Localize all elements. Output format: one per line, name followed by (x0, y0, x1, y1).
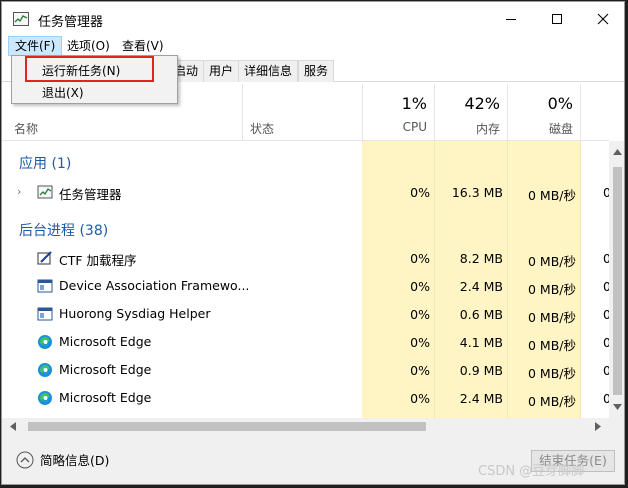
chevron-right-icon[interactable]: › (17, 185, 21, 198)
memory-value: 0.6 MB (459, 307, 503, 322)
vertical-scroll-thumb[interactable] (613, 167, 622, 395)
memory-value: 8.2 MB (459, 251, 503, 266)
table-row[interactable]: Device Association Framewo... 0% 2.4 MB … (2, 272, 609, 300)
task-manager-window: 任务管理器 文件(F) 选项(O) 查看(V) 启动 用户 详细信息 服务 名称… (1, 1, 625, 485)
edge-icon (38, 335, 52, 349)
memory-percent: 42% (464, 94, 500, 113)
process-name: Microsoft Edge (59, 334, 152, 349)
disk-value: 0 MB/秒 (528, 366, 576, 381)
memory-value: 2.4 MB (459, 279, 503, 294)
fewer-details-button[interactable]: 简略信息(D) (16, 450, 109, 469)
disk-value: 0 MB/秒 (528, 310, 576, 325)
column-header-cpu[interactable]: 1% CPU (362, 84, 435, 140)
process-name: Microsoft Edge (59, 362, 152, 377)
minimize-icon (506, 19, 516, 20)
cpu-value: 0% (410, 185, 430, 200)
menu-bar: 文件(F) 选项(O) 查看(V) (2, 36, 624, 56)
memory-value: 16.3 MB (451, 185, 503, 200)
process-name: 任务管理器 (59, 187, 122, 202)
window-app-icon (37, 279, 53, 293)
process-list: 应用 (1) › 任务管理器 0% 16.3 MB 0 MB/秒 0 后台进程 … (2, 141, 609, 418)
scroll-up-icon[interactable] (613, 149, 622, 155)
process-name: Device Association Framewo... (59, 278, 250, 293)
table-row[interactable]: › 任务管理器 0% 16.3 MB 0 MB/秒 0 (2, 178, 609, 206)
process-name: Huorong Sysdiag Helper (59, 306, 211, 321)
disk-value: 0 MB/秒 (528, 254, 576, 269)
fewer-details-label: 简略信息(D) (40, 453, 110, 468)
menu-view[interactable]: 查看(V) (116, 36, 170, 56)
cpu-value: 0% (410, 279, 430, 294)
edge-icon (38, 391, 52, 405)
disk-value: 0 MB/秒 (528, 338, 576, 353)
cpu-value: 0% (410, 335, 430, 350)
horizontal-scroll-thumb[interactable] (28, 422, 426, 431)
scroll-right-icon[interactable] (595, 422, 601, 431)
cpu-percent: 1% (401, 94, 427, 113)
process-name: Microsoft Edge (59, 390, 152, 405)
ctf-loader-icon (37, 251, 52, 265)
minimize-button[interactable] (488, 2, 534, 36)
tab-details[interactable]: 详细信息 (238, 60, 299, 82)
disk-value: 0 MB/秒 (528, 188, 576, 203)
close-button[interactable] (580, 2, 624, 36)
chevron-up-circle-icon (16, 451, 34, 468)
red-highlight-box (25, 56, 154, 82)
cpu-value: 0% (410, 363, 430, 378)
column-header-memory[interactable]: 42% 内存 (435, 84, 508, 140)
cpu-value: 0% (410, 391, 430, 406)
disk-value: 0 MB/秒 (528, 394, 576, 409)
column-header-status[interactable]: 状态 (242, 84, 362, 140)
disk-label: 磁盘 (548, 122, 573, 136)
maximize-button[interactable] (534, 2, 580, 36)
menu-item-exit[interactable]: 退出(X) (42, 84, 84, 101)
maximize-icon (552, 14, 562, 24)
table-row[interactable]: CTF 加载程序 0% 8.2 MB 0 MB/秒 0 (2, 244, 609, 272)
group-apps-title: 应用 (1) (19, 156, 72, 172)
window-app-icon (37, 307, 53, 321)
title-bar: 任务管理器 (2, 2, 624, 36)
memory-value: 2.4 MB (459, 391, 503, 406)
table-row[interactable]: Microsoft Edge 0% 0.9 MB 0 MB/秒 0 (2, 356, 609, 384)
scroll-left-icon[interactable] (10, 422, 16, 431)
cpu-value: 0% (410, 251, 430, 266)
watermark: CSDN @豆芽脚脚 (478, 464, 585, 479)
table-row[interactable]: Huorong Sysdiag Helper 0% 0.6 MB 0 MB/秒 … (2, 300, 609, 328)
disk-percent: 0% (547, 94, 573, 113)
scrollbar-corner (609, 418, 624, 435)
cpu-label: CPU (402, 120, 427, 134)
horizontal-scrollbar[interactable] (2, 418, 609, 435)
column-header-disk[interactable]: 0% 磁盘 (508, 84, 581, 140)
process-name: CTF 加载程序 (59, 253, 137, 268)
menu-file[interactable]: 文件(F) (8, 36, 63, 56)
cpu-value: 0% (410, 307, 430, 322)
window-title: 任务管理器 (38, 15, 104, 30)
close-icon (597, 13, 609, 25)
tab-services[interactable]: 服务 (298, 60, 335, 82)
memory-value: 4.1 MB (459, 335, 503, 350)
group-background-title: 后台进程 (38) (19, 223, 109, 239)
column-name-label: 名称 (14, 122, 39, 136)
table-row[interactable]: Microsoft Edge 0% 2.4 MB 0 MB/秒 0 (2, 384, 609, 412)
menu-options[interactable]: 选项(O) (61, 36, 116, 56)
memory-label: 内存 (475, 122, 500, 136)
table-row[interactable]: Microsoft Edge 0% 4.1 MB 0 MB/秒 0 (2, 328, 609, 356)
task-manager-icon (37, 185, 53, 199)
memory-value: 0.9 MB (459, 363, 503, 378)
task-manager-icon (13, 12, 29, 26)
disk-value: 0 MB/秒 (528, 282, 576, 297)
tab-users[interactable]: 用户 (203, 60, 240, 82)
scroll-down-icon[interactable] (613, 404, 622, 410)
column-status-label: 状态 (250, 122, 275, 136)
vertical-scrollbar[interactable] (609, 141, 624, 418)
edge-icon (38, 363, 52, 377)
